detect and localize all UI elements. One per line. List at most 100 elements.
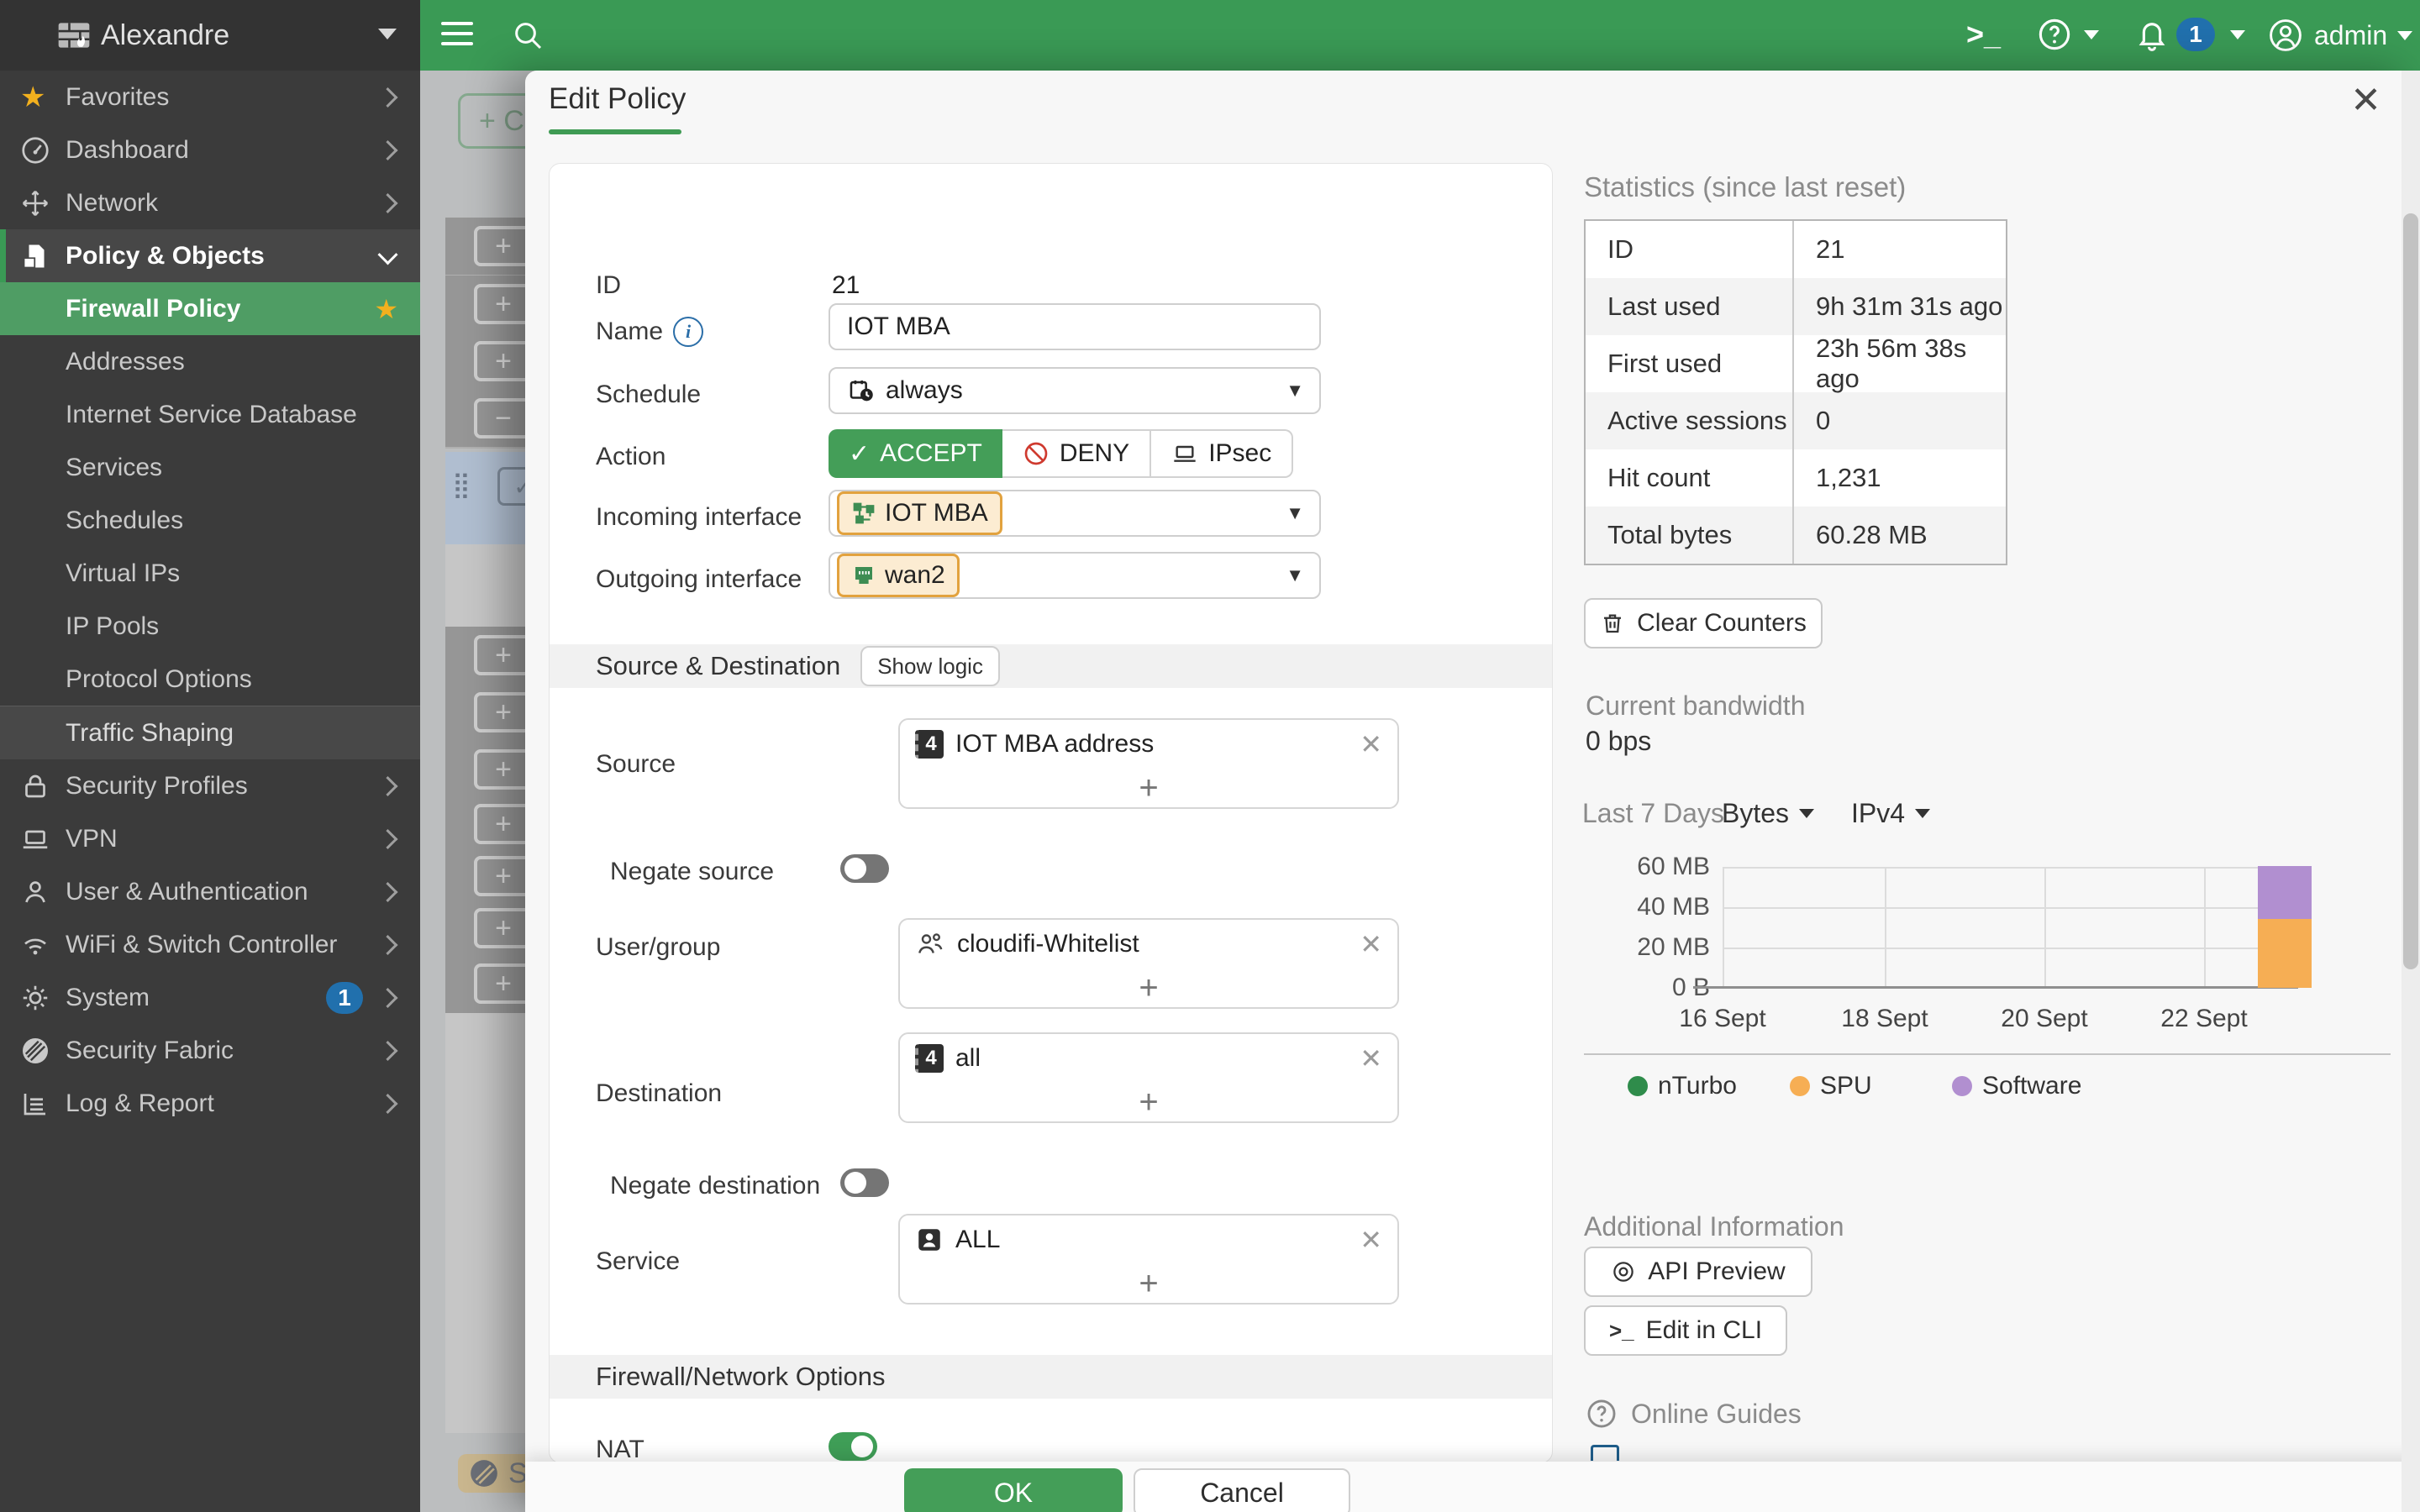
- search-button[interactable]: [511, 18, 544, 52]
- table-row: Last used9h 31m 31s ago: [1586, 278, 2006, 335]
- deny-icon: [1023, 440, 1050, 467]
- user-group-icon: [915, 929, 945, 959]
- negate-destination-label: Negate destination: [610, 1172, 820, 1200]
- destination-entry[interactable]: 4 all ✕: [900, 1034, 1397, 1083]
- add-service-button[interactable]: +: [900, 1264, 1397, 1303]
- usergroup-label: User/group: [596, 933, 720, 962]
- unit-dropdown[interactable]: Bytes: [1722, 798, 1814, 829]
- deny-button[interactable]: DENY: [1002, 429, 1151, 478]
- chevron-down-icon: [377, 244, 397, 265]
- negate-source-toggle[interactable]: [840, 854, 889, 883]
- lock-icon: [20, 771, 50, 801]
- sidebar-item-policy-objects[interactable]: Policy & Objects: [0, 229, 420, 282]
- sidebar-item-log-report[interactable]: Log & Report: [0, 1077, 420, 1130]
- sidebar-nav: ★ Favorites Dashboard Network Policy & O…: [0, 71, 420, 1512]
- show-logic-button[interactable]: Show logic: [860, 646, 1000, 686]
- drag-handle-icon[interactable]: ⣿: [452, 470, 474, 500]
- legend-software: Software: [1952, 1072, 2081, 1100]
- sidebar-item-schedules[interactable]: Schedules: [0, 494, 420, 547]
- edit-in-cli-button[interactable]: >_ Edit in CLI: [1584, 1305, 1787, 1356]
- sidebar-item-vpn[interactable]: VPN: [0, 812, 420, 865]
- chevron-right-icon: [377, 987, 397, 1007]
- menu-toggle-button[interactable]: [441, 22, 473, 45]
- usergroup-entry[interactable]: cloudifi-Whitelist ✕: [900, 920, 1397, 969]
- sidebar-item-addresses[interactable]: Addresses: [0, 335, 420, 388]
- accept-button[interactable]: ✓ ACCEPT: [829, 429, 1002, 478]
- sidebar-item-services[interactable]: Services: [0, 441, 420, 494]
- policy-doc-icon: [20, 241, 50, 271]
- api-preview-button[interactable]: API Preview: [1584, 1247, 1812, 1297]
- usergroup-multiselect: cloudifi-Whitelist ✕ +: [898, 918, 1399, 1009]
- name-input[interactable]: IOT MBA: [829, 303, 1321, 350]
- chevron-right-icon: [377, 192, 397, 213]
- sidebar-item-internet-service-database[interactable]: Internet Service Database: [0, 388, 420, 441]
- security-fabric-toggle-button[interactable]: S: [458, 1454, 534, 1493]
- sidebar-item-ip-pools[interactable]: IP Pools: [0, 600, 420, 653]
- ipv4-address-icon: 4: [915, 730, 944, 759]
- remove-icon[interactable]: ✕: [1360, 928, 1382, 960]
- incoming-interface-select[interactable]: IOT MBA ▼: [829, 490, 1321, 537]
- remove-icon[interactable]: ✕: [1360, 728, 1382, 760]
- outgoing-interface-chip[interactable]: wan2: [837, 554, 960, 597]
- sidebar-item-wifi-switch-controller[interactable]: WiFi & Switch Controller: [0, 918, 420, 971]
- admin-name: admin: [2314, 20, 2387, 51]
- chart-x-axis: [1693, 986, 2298, 989]
- help-menu[interactable]: [2037, 17, 2099, 52]
- add-source-button[interactable]: +: [900, 769, 1397, 807]
- chevron-right-icon: [377, 881, 397, 901]
- current-bandwidth-value: 0 bps: [1586, 726, 1651, 757]
- nat-toggle[interactable]: [829, 1432, 877, 1461]
- cli-icon: >_: [1609, 1318, 1634, 1344]
- ip-version-dropdown[interactable]: IPv4: [1851, 798, 1930, 829]
- destination-multiselect: 4 all ✕ +: [898, 1032, 1399, 1123]
- add-destination-button[interactable]: +: [900, 1083, 1397, 1121]
- scrollbar-thumb[interactable]: [2403, 213, 2418, 969]
- sidebar-item-network[interactable]: Network: [0, 176, 420, 229]
- service-entry[interactable]: ALL ✕: [900, 1215, 1397, 1264]
- sidebar-item-security-fabric[interactable]: Security Fabric: [0, 1024, 420, 1077]
- chevron-right-icon: [377, 775, 397, 795]
- vdom-selector[interactable]: Alexandre: [0, 0, 420, 71]
- ipsec-button[interactable]: IPsec: [1151, 429, 1293, 478]
- add-usergroup-button[interactable]: +: [900, 969, 1397, 1007]
- source-entry[interactable]: 4 IOT MBA address ✕: [900, 720, 1397, 769]
- remove-icon[interactable]: ✕: [1360, 1042, 1382, 1074]
- guide-link-icon[interactable]: [1591, 1445, 1619, 1461]
- sidebar-item-favorites[interactable]: ★ Favorites: [0, 71, 420, 123]
- ok-button[interactable]: OK: [904, 1468, 1123, 1512]
- log-list-icon: [20, 1089, 50, 1119]
- ipsec-laptop-icon: [1171, 440, 1198, 467]
- admin-avatar-icon: [2267, 17, 2304, 54]
- id-value: 21: [832, 271, 860, 300]
- favorite-star-icon[interactable]: ★: [374, 293, 398, 325]
- dialog-title-underline: [549, 129, 681, 134]
- gear-icon: [20, 983, 50, 1013]
- close-icon[interactable]: ✕: [2350, 82, 2381, 119]
- info-icon[interactable]: i: [673, 317, 703, 347]
- notifications-menu[interactable]: 1: [2134, 17, 2245, 52]
- scrollbar-track[interactable]: [2402, 71, 2420, 1512]
- legend-divider: [1584, 1053, 2391, 1055]
- cancel-button[interactable]: Cancel: [1134, 1468, 1350, 1512]
- sidebar-item-system[interactable]: System 1: [0, 971, 420, 1024]
- sidebar-item-dashboard[interactable]: Dashboard: [0, 123, 420, 176]
- legend-nturbo: nTurbo: [1628, 1072, 1737, 1100]
- legend-dot: [1628, 1076, 1648, 1096]
- sidebar-item-traffic-shaping[interactable]: Traffic Shaping: [0, 706, 420, 759]
- remove-icon[interactable]: ✕: [1360, 1224, 1382, 1256]
- cli-console-button[interactable]: >_: [1966, 17, 2001, 52]
- sidebar-item-user-authentication[interactable]: User & Authentication: [0, 865, 420, 918]
- sidebar-item-protocol-options[interactable]: Protocol Options: [0, 653, 420, 706]
- sidebar-item-virtual-ips[interactable]: Virtual IPs: [0, 547, 420, 600]
- sidebar-item-firewall-policy[interactable]: Firewall Policy ★: [0, 282, 420, 335]
- admin-menu[interactable]: admin: [2267, 17, 2412, 54]
- outgoing-interface-select[interactable]: wan2 ▼: [829, 552, 1321, 599]
- chart-period-label: Last 7 Days: [1582, 798, 1724, 829]
- notification-badge: 1: [2176, 18, 2215, 51]
- negate-destination-toggle[interactable]: [840, 1168, 889, 1197]
- schedule-select[interactable]: always ▼: [829, 367, 1321, 414]
- clear-counters-button[interactable]: Clear Counters: [1584, 598, 1823, 648]
- dialog-title: Edit Policy: [549, 82, 686, 116]
- sidebar-item-security-profiles[interactable]: Security Profiles: [0, 759, 420, 812]
- incoming-interface-chip[interactable]: IOT MBA: [837, 491, 1002, 535]
